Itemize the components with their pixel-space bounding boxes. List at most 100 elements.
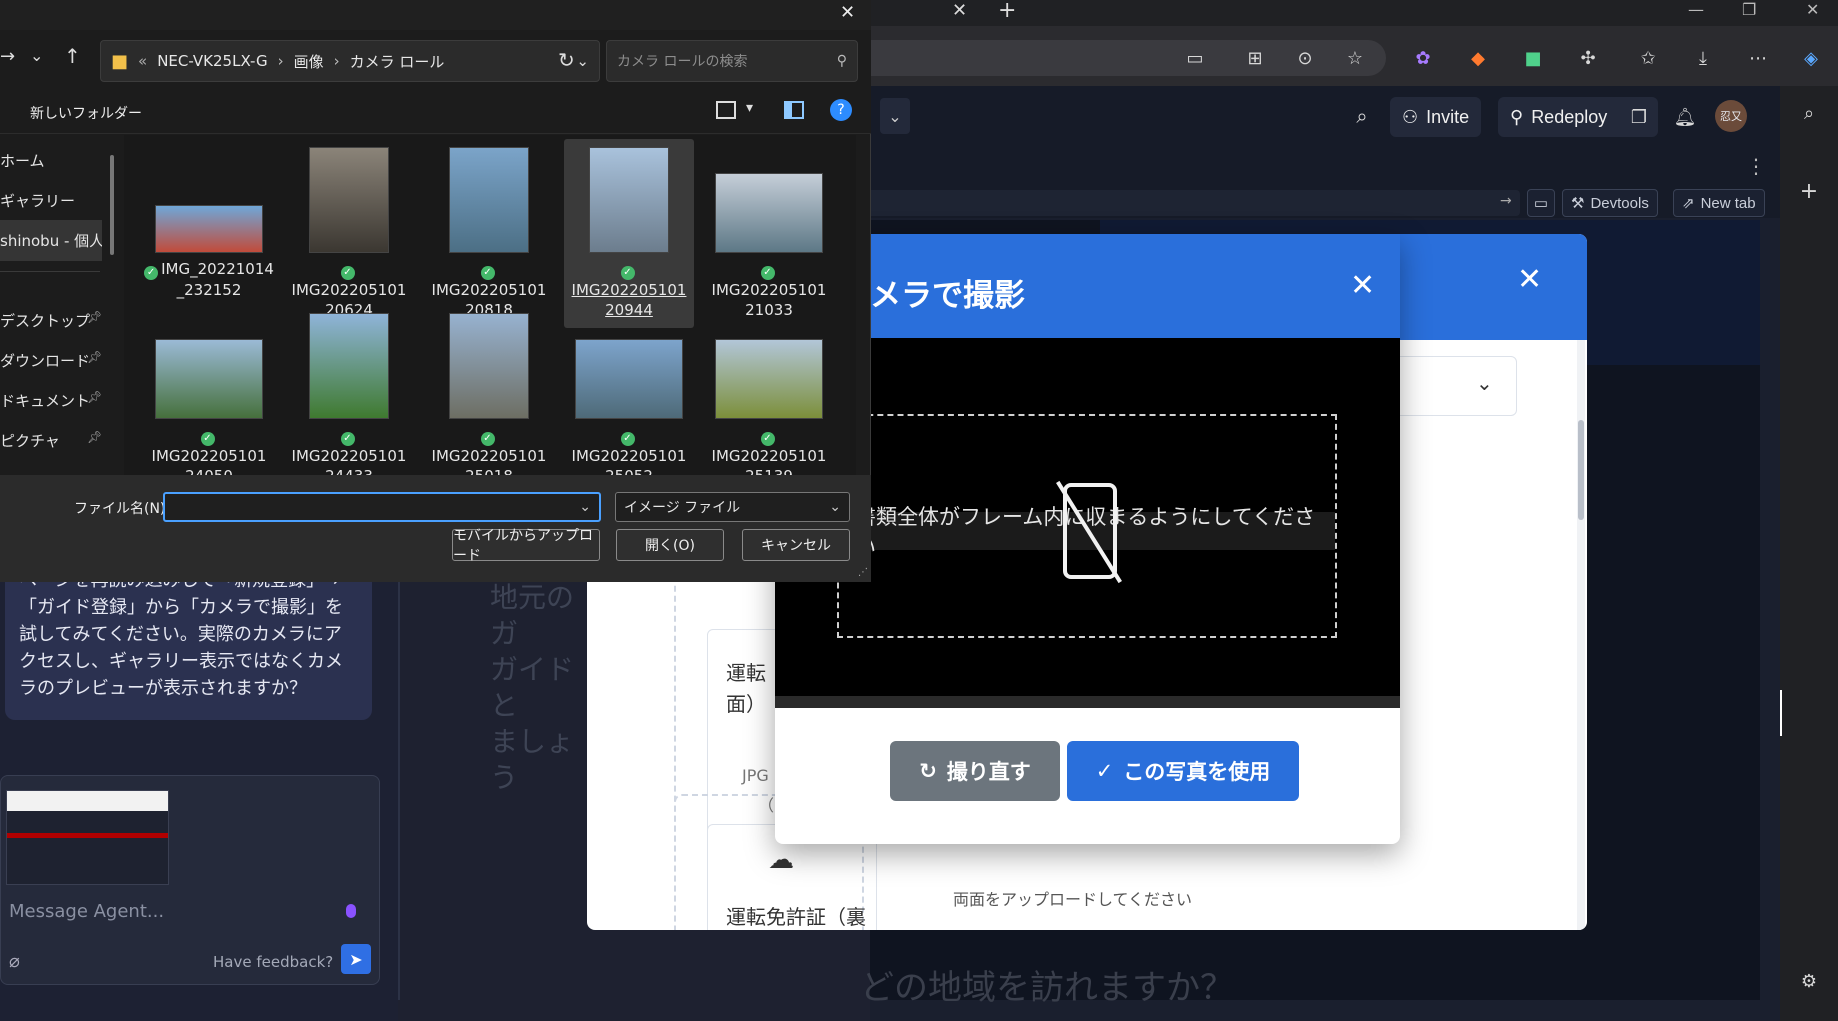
- filetype-select[interactable]: イメージ ファイル ⌄: [615, 492, 850, 522]
- help-icon[interactable]: ?: [830, 99, 852, 121]
- file-item[interactable]: ✓ IMG_20221014 _232152: [144, 205, 274, 300]
- restore-window-button[interactable]: ❐: [1742, 0, 1756, 19]
- nav-item-documents[interactable]: ドキュメント: [0, 390, 90, 411]
- breadcrumb-item[interactable]: NEC-VK25LX-G: [157, 52, 267, 70]
- download-icon[interactable]: ⤓: [1688, 43, 1718, 73]
- app-toolbar: ⌄ ⌕ ⚇ Invite ⚲ Redeploy ❐ 🔔︎ 忍又: [870, 86, 1780, 148]
- feedback-link[interactable]: Have feedback?: [213, 953, 333, 971]
- file-item-selected[interactable]: ✓IMG202205101 20944: [564, 139, 694, 328]
- invite-button[interactable]: ⚇ Invite: [1390, 97, 1482, 137]
- breadcrumb-item[interactable]: カメラ ロール: [350, 51, 445, 72]
- wrench-icon: ⚒: [1571, 195, 1585, 212]
- close-icon[interactable]: ✕: [1350, 268, 1375, 303]
- nav-item-home[interactable]: ホーム: [0, 150, 45, 171]
- nav-scrollbar[interactable]: [110, 155, 114, 255]
- nav-item-gallery[interactable]: ギャラリー: [0, 190, 75, 211]
- arrow-right-icon[interactable]: →: [1500, 193, 1512, 209]
- file-item[interactable]: ✓IMG202205101 20624: [284, 147, 414, 320]
- kebab-menu-icon[interactable]: ⋮: [1746, 154, 1766, 178]
- breadcrumb-item[interactable]: 画像: [294, 51, 324, 72]
- new-folder-button[interactable]: 新しいフォルダー: [30, 103, 142, 123]
- menu-dots-icon[interactable]: ⋯: [1743, 43, 1773, 73]
- file-item[interactable]: ✓IMG202205101 25018: [424, 313, 554, 475]
- use-photo-button[interactable]: ✓ この写真を使用: [1067, 741, 1299, 801]
- refresh-icon[interactable]: ↻: [558, 48, 575, 72]
- file-item[interactable]: ✓IMG202205101 25052: [564, 339, 694, 475]
- card2-label: 運転免許証（裏: [726, 905, 866, 929]
- cancel-button[interactable]: キャンセル: [742, 529, 850, 561]
- message-input[interactable]: Message Agent...: [9, 901, 164, 922]
- file-item[interactable]: ✓IMG202205101 21033: [704, 173, 834, 320]
- grid-icon[interactable]: ⊞: [1240, 43, 1270, 73]
- nav-item-onedrive[interactable]: shinobu - 個人用: [0, 220, 102, 261]
- chevron-down-icon[interactable]: ⌄: [30, 46, 43, 65]
- synced-check-icon: ✓: [340, 432, 355, 446]
- mobile-upload-button[interactable]: モバイルからアップロード: [452, 528, 600, 564]
- region-question-heading: どの地域を訪れますか？: [860, 968, 1234, 1008]
- chevron-right-icon: ›: [277, 52, 284, 70]
- nav-item-pictures[interactable]: ピクチャ: [0, 430, 60, 451]
- breadcrumb[interactable]: ■ « NEC-VK25LX-G › 画像 › カメラ ロール ⌄: [100, 40, 600, 82]
- search-input[interactable]: カメラ ロールの検索 ⚲: [606, 40, 858, 82]
- gear-icon[interactable]: ⚙: [1794, 966, 1824, 996]
- scrollbar-thumb[interactable]: [1578, 420, 1584, 520]
- chevron-down-icon: ⌄: [579, 499, 591, 515]
- file-item[interactable]: ✓IMG202205101 24050: [144, 339, 274, 475]
- message-composer: Message Agent... ⌀ Have feedback? ➤: [0, 775, 380, 985]
- attached-screenshot[interactable]: [6, 790, 169, 885]
- file-item[interactable]: ✓IMG202205101 25139: [704, 339, 834, 475]
- close-tab-icon[interactable]: ✕: [952, 0, 967, 21]
- add-icon[interactable]: +: [1794, 176, 1824, 206]
- nav-item-desktop[interactable]: デスクトップ: [0, 310, 90, 331]
- avatar[interactable]: 忍又: [1715, 100, 1747, 132]
- bell-icon[interactable]: 🔔︎: [1670, 102, 1700, 132]
- close-window-button[interactable]: ✕: [1806, 0, 1819, 19]
- new-tab-icon[interactable]: +: [998, 0, 1016, 23]
- address-bar[interactable]: ▭ ⊞ ⊙ ☆: [870, 40, 1386, 76]
- fox-ext-icon[interactable]: ◆: [1463, 43, 1493, 73]
- file-item[interactable]: ✓IMG202205101 24433: [284, 313, 414, 475]
- file-item[interactable]: ✓IMG202205101 20818: [424, 147, 554, 320]
- synced-check-icon: ✓: [760, 432, 775, 446]
- favorites-icon[interactable]: ✩: [1633, 43, 1663, 73]
- search-icon[interactable]: ⌕: [1347, 101, 1377, 131]
- camera-icon[interactable]: ▭: [1180, 43, 1210, 73]
- minimize-window-button[interactable]: —: [1688, 0, 1704, 19]
- view-icon[interactable]: [716, 101, 736, 119]
- image-thumbnail: [155, 205, 263, 253]
- close-icon[interactable]: ✕: [840, 2, 855, 23]
- webview-url-field[interactable]: →: [870, 190, 1520, 216]
- filename-input[interactable]: ⌄: [163, 492, 601, 522]
- view-chevron-icon[interactable]: ▾: [746, 100, 753, 116]
- overflow-chevrons-icon[interactable]: «: [138, 52, 147, 70]
- check-icon: ✓: [1095, 759, 1114, 783]
- more-circle-icon[interactable]: ⊙: [1290, 43, 1320, 73]
- file-list: ✓ IMG_20221014 _232152 ✓IMG202205101 2062…: [124, 135, 856, 475]
- brain-ext-icon[interactable]: ✿: [1408, 43, 1438, 73]
- copy-icon[interactable]: ❐: [1624, 102, 1654, 132]
- star-icon[interactable]: ☆: [1340, 43, 1370, 73]
- chevron-down-icon[interactable]: ⌄: [880, 98, 910, 134]
- modal-scrollbar[interactable]: [1577, 340, 1585, 930]
- mic-icon[interactable]: [346, 904, 356, 918]
- color-ext-icon[interactable]: ■: [1518, 43, 1548, 73]
- resize-grip-icon[interactable]: ⋰: [858, 567, 868, 578]
- chevron-down-icon: ⌄: [1476, 371, 1493, 395]
- up-arrow-icon[interactable]: ↑: [64, 44, 81, 68]
- screen-icon[interactable]: ▭: [1527, 189, 1555, 217]
- nav-item-downloads[interactable]: ダウンロード: [0, 350, 90, 371]
- preview-pane-icon[interactable]: [784, 101, 804, 119]
- send-button[interactable]: ➤: [341, 944, 371, 974]
- new-tab-button[interactable]: ⇗ New tab: [1673, 189, 1765, 217]
- forward-icon[interactable]: →: [0, 46, 15, 67]
- copilot-icon[interactable]: ◈: [1796, 43, 1826, 73]
- chevron-down-icon[interactable]: ⌄: [576, 52, 589, 70]
- paperclip-icon[interactable]: ⌀: [9, 951, 20, 972]
- cloud-upload-icon: ☁: [768, 845, 794, 875]
- search-icon[interactable]: ⌕: [1794, 98, 1824, 128]
- open-button[interactable]: 開く(O): [616, 529, 724, 561]
- puzzle-icon[interactable]: ✣: [1573, 43, 1603, 73]
- devtools-button[interactable]: ⚒ Devtools: [1562, 189, 1658, 217]
- retake-button[interactable]: ↻ 撮り直す: [890, 741, 1060, 801]
- close-icon[interactable]: ✕: [1517, 262, 1542, 297]
